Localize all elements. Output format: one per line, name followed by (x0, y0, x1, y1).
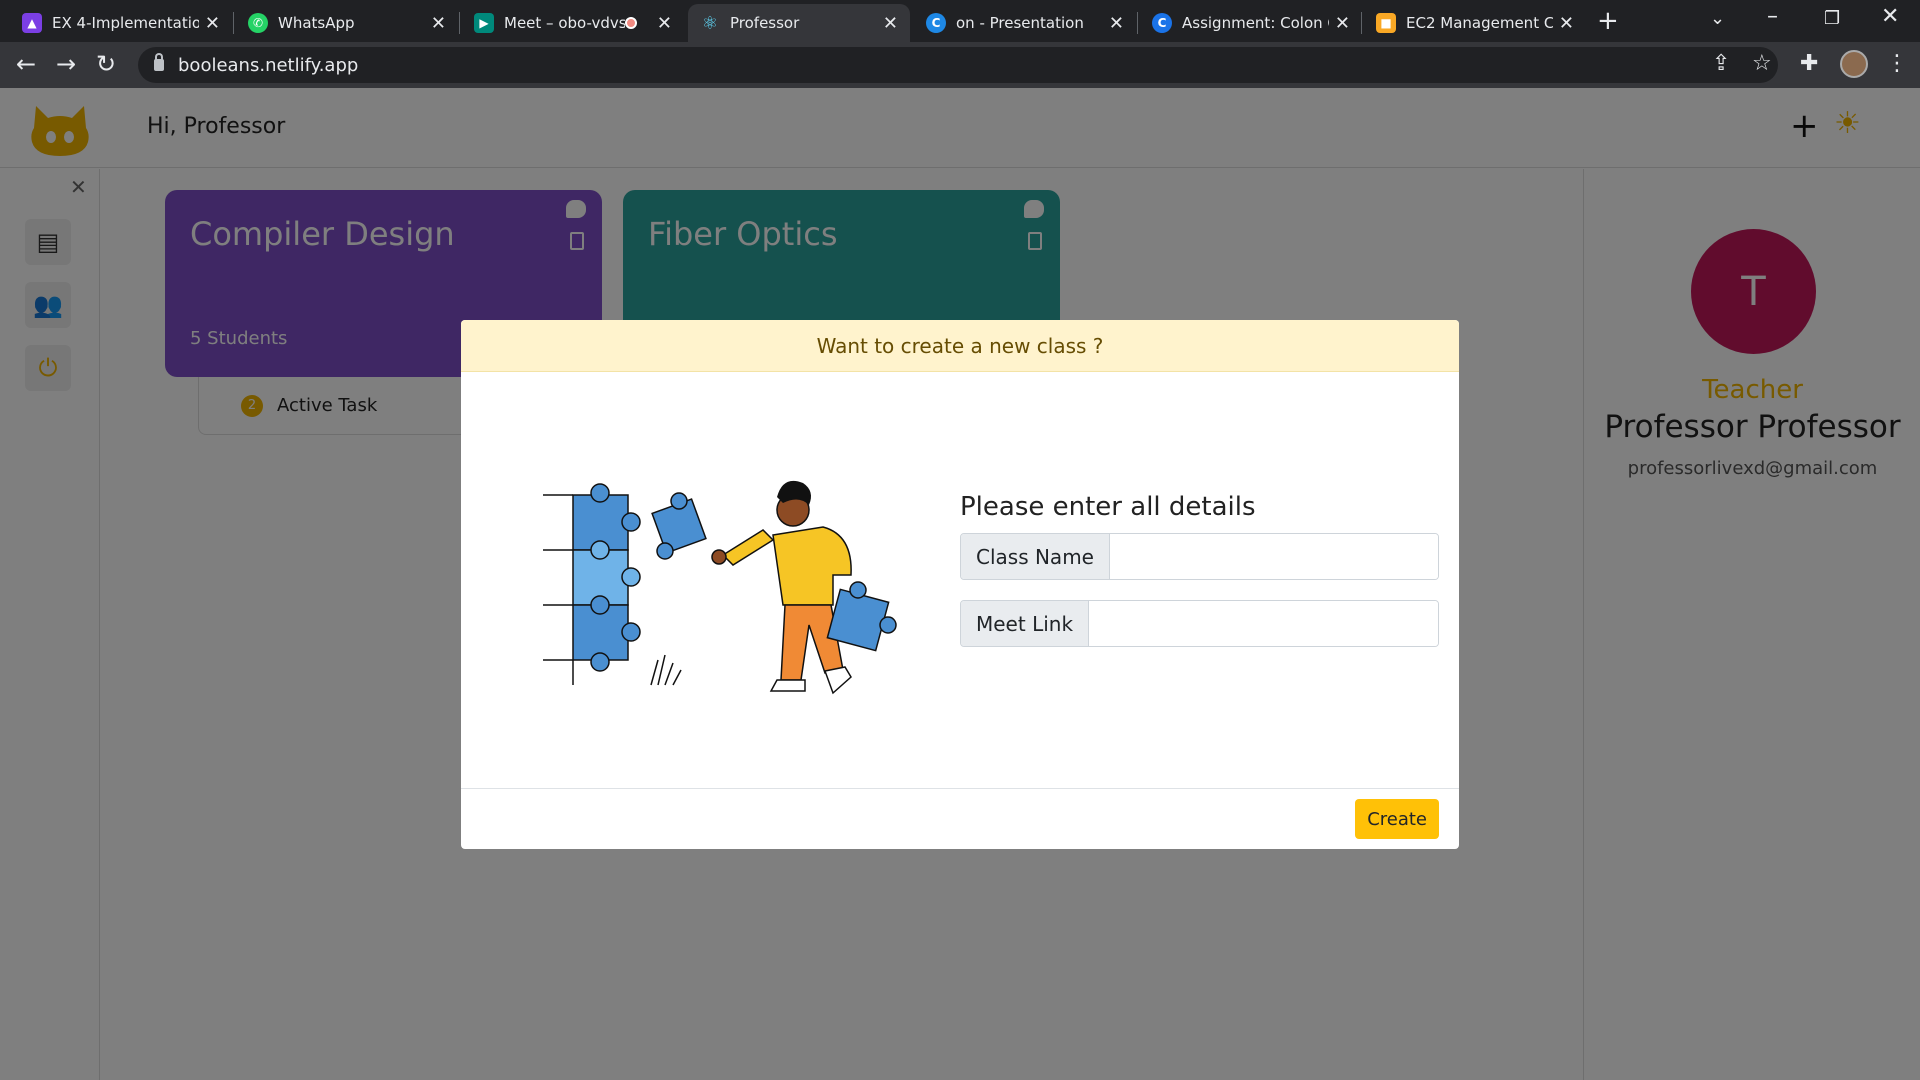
minimize-icon[interactable]: – (1767, 4, 1778, 29)
browser-tab[interactable]: C Assignment: Colon O ✕ (1140, 4, 1362, 42)
aws-icon: ■ (1376, 13, 1396, 33)
chegg-icon: C (1152, 13, 1172, 33)
class-name-group: Class Name (960, 533, 1439, 580)
browser-toolbar: ← → ↻ booleans.netlify.app ⇪ ☆ ✚ ⋮ (0, 42, 1920, 88)
tab-separator (459, 12, 460, 34)
close-tab-icon[interactable]: ✕ (1335, 13, 1350, 34)
tab-search-icon[interactable]: ⌄ (1710, 8, 1725, 29)
app-root: Hi, Professor + ☀ ✕ ▤ 👥 ⏻ Compiler Desig… (0, 88, 1920, 1080)
recording-icon (624, 17, 637, 29)
restore-icon[interactable]: ❐ (1824, 8, 1840, 29)
browser-tab[interactable]: ✆ WhatsApp ✕ (236, 4, 458, 42)
form-title: Please enter all details (960, 492, 1256, 522)
modal-title: Want to create a new class ? (461, 320, 1459, 372)
profile-avatar[interactable] (1840, 50, 1868, 78)
react-icon: ⚛ (701, 12, 719, 34)
canva-icon: C (926, 13, 946, 33)
bookmark-star-icon[interactable]: ☆ (1752, 51, 1772, 76)
reload-icon[interactable]: ↻ (96, 50, 116, 78)
create-button[interactable]: Create (1355, 799, 1439, 839)
create-class-modal: Want to create a new class ? Please ente… (461, 320, 1459, 849)
close-tab-icon[interactable]: ✕ (883, 13, 898, 34)
meet-link-input[interactable] (1089, 601, 1438, 646)
close-tab-icon[interactable]: ✕ (1559, 13, 1574, 34)
puzzle-illustration (543, 480, 897, 695)
close-window-icon[interactable]: ✕ (1881, 4, 1899, 29)
close-tab-icon[interactable]: ✕ (205, 13, 220, 34)
close-tab-icon[interactable]: ✕ (657, 13, 672, 34)
browser-tab[interactable]: C on - Presentation ✕ (914, 4, 1136, 42)
address-bar[interactable]: booleans.netlify.app (138, 47, 1778, 83)
menu-kebab-icon[interactable]: ⋮ (1886, 51, 1908, 76)
close-tab-icon[interactable]: ✕ (1109, 13, 1124, 34)
tab-separator (1137, 12, 1138, 34)
browser-tab[interactable]: ▲ EX 4-Implementation ✕ (10, 4, 232, 42)
tab-separator (233, 12, 234, 34)
tab-separator (1361, 12, 1362, 34)
class-name-label: Class Name (961, 534, 1110, 579)
meet-icon: ▶ (474, 13, 494, 33)
browser-tabstrip: ▲ EX 4-Implementation ✕ ✆ WhatsApp ✕ ▶ M… (0, 0, 1920, 42)
close-tab-icon[interactable]: ✕ (431, 13, 446, 34)
forward-icon[interactable]: → (56, 50, 76, 78)
class-name-input[interactable] (1109, 534, 1438, 579)
meet-link-label: Meet Link (961, 601, 1090, 646)
whatsapp-icon: ✆ (248, 13, 268, 33)
back-icon[interactable]: ← (16, 50, 36, 78)
share-icon[interactable]: ⇪ (1712, 51, 1730, 76)
modal-footer: Create (461, 788, 1459, 849)
lock-icon (154, 53, 164, 71)
extensions-icon[interactable]: ✚ (1800, 51, 1818, 76)
browser-tab[interactable]: ■ EC2 Management Co ✕ (1364, 4, 1586, 42)
browser-tab[interactable]: ▶ Meet – obo-vdvs ✕ (462, 4, 684, 42)
classroom-icon: ▲ (22, 13, 42, 33)
new-tab-icon[interactable]: + (1597, 6, 1619, 36)
browser-tab-active[interactable]: ⚛ Professor ✕ (688, 4, 910, 42)
meet-link-group: Meet Link (960, 600, 1439, 647)
